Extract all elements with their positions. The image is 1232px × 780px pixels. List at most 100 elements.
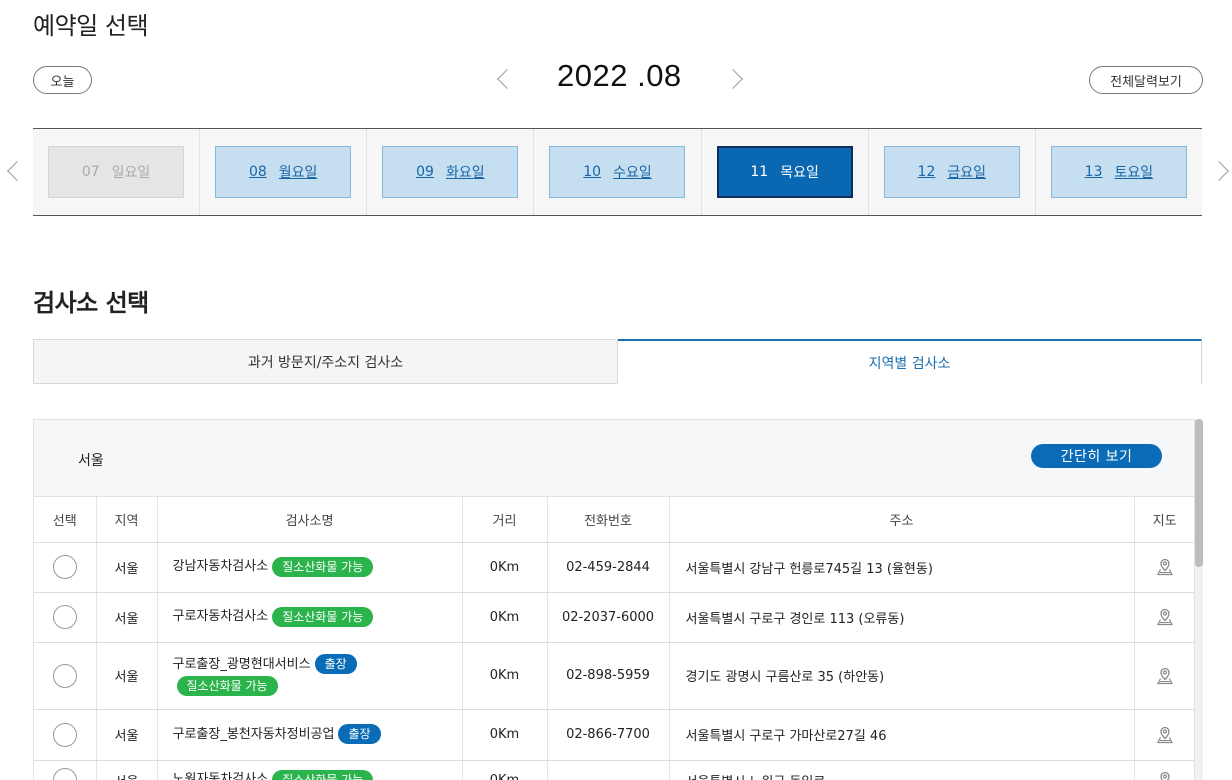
phone-cell: 02-866-7700 <box>547 709 670 761</box>
day-strip: 07 일요일 08 월요일 09 화요일 10 수요일 11 목요일 12 금요일 13 토요일 <box>33 128 1202 216</box>
scrollbar[interactable] <box>1195 419 1203 780</box>
scrollbar-thumb[interactable] <box>1195 419 1203 567</box>
distance-cell: 0Km <box>462 642 548 710</box>
prev-days-chevron-left-icon[interactable] <box>7 161 27 181</box>
table-row: 서울노원자동차검사소질소산화물 가능0Km서울특별시 노원구 동일로 <box>34 760 1194 780</box>
col-header-map: 지도 <box>1134 497 1194 543</box>
month-label: 2022 .08 <box>557 58 682 93</box>
select-radio[interactable] <box>52 722 77 747</box>
day-date: 08 <box>248 164 267 180</box>
distance-cell: 0Km <box>462 542 548 593</box>
center-name-cell: 구로출장_봉천자동차정비공업 출장 <box>157 709 463 761</box>
region-cell: 서울 <box>96 592 158 643</box>
distance-cell: 0Km <box>462 760 548 780</box>
select-cell <box>34 760 97 780</box>
col-header-region: 지역 <box>96 497 158 543</box>
day-weekday: 목요일 <box>780 165 819 181</box>
day-button-11[interactable]: 11 목요일 <box>716 146 853 198</box>
region-cell: 서울 <box>96 542 158 593</box>
region-name: 서울 <box>78 453 104 469</box>
day-date: 13 <box>1084 164 1103 180</box>
reservation-title: 예약일 선택 <box>33 12 149 40</box>
center-name[interactable]: 강남자동차검사소 <box>173 559 269 574</box>
day-cell: 10 수요일 <box>534 129 702 215</box>
today-button[interactable]: 오늘 <box>33 66 92 94</box>
panel-header: 서울 간단히 보기 <box>34 420 1194 497</box>
map-pin-icon[interactable] <box>1155 666 1175 686</box>
select-radio[interactable] <box>52 663 77 688</box>
dispatch-badge: 출장 <box>338 724 381 744</box>
next-month-chevron-right-icon[interactable] <box>723 69 743 89</box>
select-radio[interactable] <box>52 768 77 780</box>
prev-month-chevron-left-icon[interactable] <box>497 69 517 89</box>
day-button-09[interactable]: 09 화요일 <box>382 146 519 198</box>
map-cell <box>1134 709 1194 761</box>
select-cell <box>34 709 97 761</box>
center-name[interactable]: 구로출장_봉천자동차정비공업 <box>173 727 335 742</box>
center-list-panel: 서울 간단히 보기 선택 지역 검사소명 거리 전화번호 주소 지도 서울 강남자… <box>33 419 1195 780</box>
center-title: 검사소 선택 <box>33 289 149 317</box>
address-cell: 경기도 광명시 구름산로 35 (하안동) <box>669 642 1135 710</box>
day-button-12[interactable]: 12 금요일 <box>883 146 1020 198</box>
map-cell <box>1134 760 1194 780</box>
nox-available-badge: 질소산화물 가능 <box>272 556 374 577</box>
simple-view-button[interactable]: 간단히 보기 <box>1031 444 1162 468</box>
day-cell: 07 일요일 <box>33 129 201 215</box>
center-name[interactable]: 노원자동차검사소 <box>173 772 269 780</box>
day-weekday: 금요일 <box>947 165 986 181</box>
table-row: 서울 구로자동차검사소 질소산화물 가능 0Km 02-2037-6000 서울특별시 구… <box>34 592 1194 643</box>
distance-cell: 0Km <box>462 709 548 761</box>
map-pin-icon[interactable] <box>1155 725 1175 745</box>
next-days-chevron-right-icon[interactable] <box>1209 161 1229 181</box>
day-weekday: 일요일 <box>111 165 151 181</box>
center-name[interactable]: 구로자동차검사소 <box>173 609 269 624</box>
center-name[interactable]: 구로출장_광명현대서비스 <box>173 657 311 672</box>
address-cell: 서울특별시 강남구 헌릉로745길 13 (율현동) <box>669 542 1135 593</box>
map-cell <box>1134 642 1194 710</box>
address-cell: 서울특별시 노원구 동일로 <box>669 760 1135 780</box>
region-cell: 서울 <box>96 642 158 710</box>
nox-available-badge: 질소산화물 가능 <box>272 606 374 627</box>
day-date: 10 <box>583 164 602 180</box>
day-date: 11 <box>750 164 769 180</box>
center-table: 선택 지역 검사소명 거리 전화번호 주소 지도 서울 강남자동차검사소 질소산화물… <box>34 497 1194 780</box>
phone-cell: 02-459-2844 <box>547 542 670 593</box>
day-button-08[interactable]: 08 월요일 <box>215 146 352 198</box>
address-cell: 서울특별시 구로구 가마산로27길 46 <box>669 709 1135 761</box>
full-calendar-button[interactable]: 전체달력보기 <box>1089 66 1203 94</box>
col-header-name: 검사소명 <box>157 497 463 543</box>
distance-cell: 0Km <box>462 592 548 643</box>
table-row: 서울 강남자동차검사소 질소산화물 가능 0Km 02-459-2844 서울특별시 강남… <box>34 542 1194 593</box>
region-cell: 서울 <box>96 709 158 761</box>
col-header-address: 주소 <box>669 497 1135 543</box>
day-button-07: 07 일요일 <box>48 146 185 198</box>
dispatch-badge: 출장 <box>314 654 357 674</box>
day-weekday: 화요일 <box>445 165 485 181</box>
phone-cell: 02-898-5959 <box>547 642 670 710</box>
tab-past-visits[interactable]: 과거 방문지/주소지 검사소 <box>33 339 618 384</box>
day-cell: 12 금요일 <box>869 129 1036 215</box>
day-button-13[interactable]: 13 토요일 <box>1050 146 1187 198</box>
col-header-select: 선택 <box>34 497 97 543</box>
map-pin-icon[interactable] <box>1155 770 1175 780</box>
map-pin-icon[interactable] <box>1155 607 1175 627</box>
tab-by-region[interactable]: 지역별 검사소 <box>618 339 1202 384</box>
day-date: 09 <box>416 164 434 180</box>
center-tabs: 과거 방문지/주소지 검사소 지역별 검사소 <box>33 339 1202 384</box>
day-cell: 13 토요일 <box>1036 129 1202 215</box>
map-cell <box>1134 542 1194 593</box>
center-name-cell: 구로자동차검사소 질소산화물 가능 <box>157 592 463 643</box>
select-cell <box>34 642 97 710</box>
table-row: 서울 구로출장_봉천자동차정비공업 출장 0Km 02-866-7700 서울특별시 구로… <box>34 709 1194 761</box>
day-button-10[interactable]: 10 수요일 <box>549 146 686 198</box>
day-cell: 09 화요일 <box>367 129 535 215</box>
day-cell: 11 목요일 <box>702 129 869 215</box>
phone-cell <box>547 760 670 780</box>
day-cell: 08 월요일 <box>200 129 368 215</box>
region-cell: 서울 <box>96 760 158 780</box>
map-pin-icon[interactable] <box>1155 557 1175 577</box>
select-cell <box>34 542 97 593</box>
select-radio[interactable] <box>52 605 77 629</box>
center-name-cell: 구로출장_광명현대서비스 출장 질소산화물 가능 <box>157 642 463 710</box>
select-radio[interactable] <box>52 555 77 579</box>
